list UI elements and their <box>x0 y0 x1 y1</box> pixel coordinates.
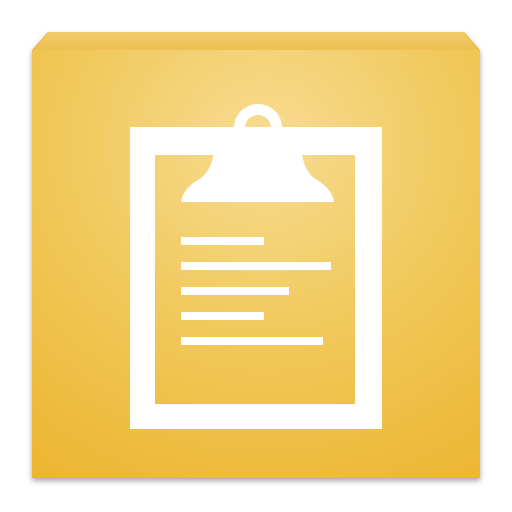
clipboard-app-icon[interactable] <box>0 0 512 512</box>
text-line-3 <box>181 287 289 295</box>
tile-bevel-top <box>32 32 480 50</box>
text-line-1 <box>181 237 264 245</box>
text-line-4 <box>181 312 264 320</box>
text-line-5 <box>181 337 323 345</box>
clipboard-icon-graphic <box>32 32 480 478</box>
icon-canvas <box>0 0 512 512</box>
text-line-2 <box>181 262 331 270</box>
